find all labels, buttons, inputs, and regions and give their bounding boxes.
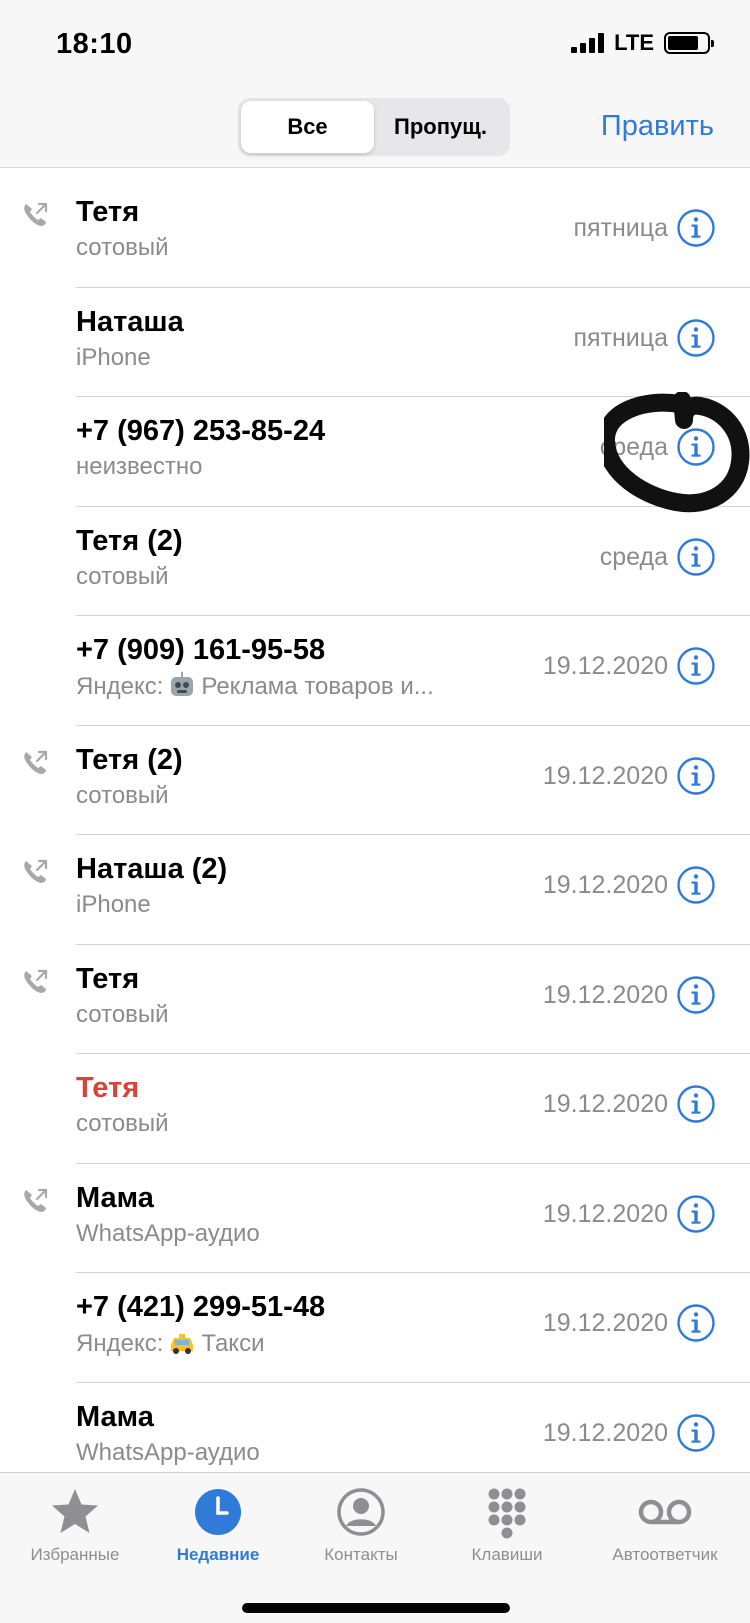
call-date: 19.12.2020	[542, 1090, 668, 1118]
tab-keypad[interactable]: Клавиши	[432, 1485, 582, 1565]
call-row[interactable]: +7 (421) 299-51-48 Яндекс: Такси 19.12.2020	[76, 1273, 750, 1383]
caller-name: Тетя (2)	[76, 743, 183, 776]
taxi-icon	[171, 1334, 194, 1354]
call-row[interactable]: +7 (967) 253-85-24 неизвестно среда	[76, 397, 750, 507]
calls-filter-segmented-control: Все Пропущ.	[238, 98, 510, 156]
caller-name: Мама	[76, 1181, 154, 1214]
nav-header: Все Пропущ. Править	[0, 90, 750, 168]
segment-missed[interactable]: Пропущ.	[374, 101, 507, 153]
battery-icon	[664, 32, 714, 54]
caller-name: Мама	[76, 1400, 154, 1433]
call-date: 19.12.2020	[542, 652, 668, 680]
info-icon[interactable]	[676, 537, 716, 577]
call-date: 19.12.2020	[542, 980, 668, 1009]
call-date: среда	[599, 542, 668, 571]
call-type-label: сотовый	[76, 234, 169, 261]
call-type-label: сотовый	[76, 562, 169, 590]
caller-id-source: Яндекс:	[76, 1330, 164, 1357]
info-icon[interactable]	[676, 1084, 716, 1124]
tab-label: Недавние	[176, 1545, 260, 1564]
outgoing-call-icon	[24, 1188, 48, 1212]
call-date: 19.12.2020	[542, 871, 668, 899]
call-type-label: сотовый	[76, 1110, 169, 1137]
call-row[interactable]: Наташа iPhone пятница	[76, 288, 750, 397]
status-indicators: LTE	[571, 30, 714, 56]
call-row[interactable]: +7 (909) 161-95-58 Яндекс: Реклама товаров…	[76, 616, 750, 726]
outgoing-call-icon	[24, 202, 48, 226]
caller-name: +7 (967) 253-85-24	[76, 415, 326, 447]
call-type-label: iPhone	[76, 891, 151, 918]
caller-id-source: Яндекс:	[76, 673, 164, 700]
clock-icon	[195, 1489, 241, 1535]
caller-id-label: Реклама товаров и...	[201, 673, 434, 700]
info-icon[interactable]	[676, 318, 716, 358]
caller-name: Тетя	[76, 1072, 140, 1104]
call-type-label: сотовый	[76, 1000, 169, 1028]
info-icon[interactable]	[676, 1194, 716, 1234]
info-icon[interactable]	[676, 756, 716, 796]
voicemail-icon	[638, 1499, 692, 1525]
caller-name: Тетя	[76, 962, 140, 995]
call-date: 19.12.2020	[542, 1418, 668, 1447]
call-type-label: Яндекс: Такси	[76, 1329, 264, 1358]
network-label: LTE	[614, 30, 654, 55]
call-type-label: WhatsApp-аудио	[76, 1438, 260, 1466]
info-icon[interactable]	[676, 1413, 716, 1453]
tab-label: Контакты	[324, 1545, 398, 1564]
caller-name: Тетя (2)	[76, 524, 183, 557]
call-type-label: WhatsApp-аудио	[76, 1219, 260, 1247]
call-row[interactable]: Тетя (2) сотовый 19.12.2020	[24, 726, 750, 835]
info-icon[interactable]	[676, 865, 716, 905]
status-time: 18:10	[56, 28, 133, 60]
call-type-label: Яндекс: Реклама товаров и...	[76, 672, 434, 701]
signal-icon	[571, 33, 605, 53]
outgoing-call-icon	[24, 969, 48, 993]
status-bar: 18:10 LTE	[0, 0, 750, 90]
star-icon	[52, 1489, 98, 1533]
keypad-icon	[488, 1488, 526, 1539]
tab-label: Избранные	[30, 1545, 120, 1564]
segment-all[interactable]: Все	[241, 101, 374, 153]
info-icon[interactable]	[676, 427, 716, 467]
caller-name: Тетя	[76, 196, 140, 228]
caller-id-label: Такси	[201, 1330, 265, 1357]
outgoing-call-icon	[24, 750, 48, 774]
info-icon[interactable]	[676, 975, 716, 1015]
call-row[interactable]: Тетя сотовый 19.12.2020	[76, 1054, 750, 1164]
call-type-label: сотовый	[76, 781, 169, 809]
caller-name: Наташа	[76, 305, 184, 338]
call-date: 19.12.2020	[542, 761, 668, 790]
caller-name: Наташа (2)	[76, 853, 228, 885]
recent-calls-list: Тетя сотовый пятница Наташа iPhone пятница +7 …	[0, 178, 750, 1492]
call-row[interactable]: Мама WhatsApp-аудио 19.12.2020	[24, 1164, 750, 1273]
caller-name: +7 (909) 161-95-58	[76, 634, 326, 666]
tab-contacts[interactable]: Контакты	[286, 1485, 436, 1565]
info-icon[interactable]	[676, 1303, 716, 1343]
robot-icon	[171, 672, 194, 696]
tab-label: Клавиши	[471, 1545, 543, 1564]
info-icon[interactable]	[676, 646, 716, 686]
edit-button[interactable]: Править	[601, 110, 714, 143]
info-icon[interactable]	[676, 208, 716, 248]
call-date: пятница	[573, 214, 668, 242]
tab-voicemail[interactable]: Автоответчик	[590, 1485, 740, 1565]
caller-name: +7 (421) 299-51-48	[76, 1291, 326, 1323]
contact-icon	[337, 1488, 385, 1536]
call-row[interactable]: Тетя сотовый 19.12.2020	[24, 945, 750, 1054]
home-indicator	[242, 1603, 510, 1613]
tab-bar: Избранные Недавние Контакты Клавиши Авто…	[0, 1472, 750, 1623]
tab-label: Автоответчик	[612, 1545, 718, 1564]
tab-recents[interactable]: Недавние	[143, 1485, 293, 1565]
call-date: 19.12.2020	[542, 1199, 668, 1228]
call-date: 19.12.2020	[542, 1309, 668, 1337]
tab-favorites[interactable]: Избранные	[0, 1485, 150, 1565]
call-row[interactable]: Тетя (2) сотовый среда	[76, 507, 750, 616]
call-row[interactable]: Наташа (2) iPhone 19.12.2020	[24, 835, 750, 945]
call-date: пятница	[573, 323, 668, 352]
call-type-label: неизвестно	[76, 453, 203, 480]
call-row[interactable]: Тетя сотовый пятница	[24, 178, 750, 288]
call-type-label: iPhone	[76, 343, 151, 371]
outgoing-call-icon	[24, 859, 48, 883]
call-date: среда	[599, 433, 668, 461]
